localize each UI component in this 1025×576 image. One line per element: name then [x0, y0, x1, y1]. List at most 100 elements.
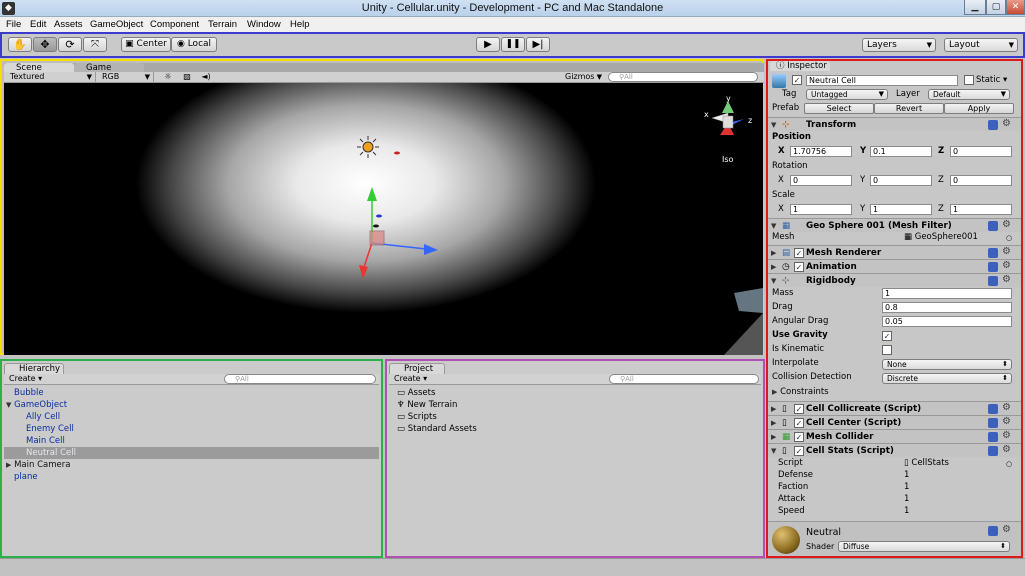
- maximize-button[interactable]: ▢: [986, 0, 1006, 15]
- render-mode-dropdown[interactable]: Textured ▼: [10, 72, 96, 82]
- menu-component[interactable]: Component: [150, 17, 199, 32]
- shader-dropdown[interactable]: Diffuse ⬍: [838, 541, 1010, 552]
- tab-hierarchy[interactable]: Hierarchy: [4, 363, 64, 374]
- tab-project[interactable]: Project: [389, 363, 445, 374]
- gear-icon[interactable]: ⚙: [1002, 261, 1012, 271]
- audio-toggle[interactable]: ◄): [198, 72, 214, 82]
- lighting-toggle[interactable]: ☼: [160, 72, 176, 82]
- mesh-filter-header[interactable]: ▼ ▦ Geo Sphere 001 (Mesh Filter) ⚙: [768, 218, 1021, 232]
- pivot-center-button[interactable]: ▣ Center: [121, 37, 171, 52]
- help-book-icon[interactable]: [988, 404, 998, 414]
- cell-center-checkbox[interactable]: ✓: [794, 418, 804, 428]
- pivot-local-button[interactable]: ◉ Local: [171, 37, 217, 52]
- hand-tool-button[interactable]: ✋: [8, 37, 32, 52]
- play-button[interactable]: ▶: [476, 37, 500, 52]
- is-kinematic-checkbox[interactable]: [882, 345, 892, 355]
- list-item[interactable]: plane: [4, 471, 379, 483]
- collision-detection-dropdown[interactable]: Discrete ⬍: [882, 373, 1012, 384]
- help-book-icon[interactable]: [988, 248, 998, 258]
- gear-icon[interactable]: ⚙: [1002, 417, 1012, 427]
- object-picker-icon[interactable]: ○: [1006, 460, 1012, 468]
- list-item[interactable]: Ally Cell: [4, 411, 379, 423]
- menu-file[interactable]: File: [6, 17, 21, 32]
- interpolate-dropdown[interactable]: None ⬍: [882, 359, 1012, 370]
- move-tool-button[interactable]: ✥: [33, 37, 57, 52]
- tag-dropdown[interactable]: Untagged ▼: [806, 89, 888, 100]
- help-book-icon[interactable]: [988, 276, 998, 286]
- pos-y-field[interactable]: 0.1: [870, 146, 932, 157]
- object-name-field[interactable]: Neutral Cell: [806, 75, 958, 86]
- object-picker-icon[interactable]: ○: [1006, 234, 1012, 242]
- color-mode-dropdown[interactable]: RGB ▼: [102, 72, 154, 82]
- static-checkbox[interactable]: [964, 75, 974, 85]
- animation-checkbox[interactable]: ✓: [794, 262, 804, 272]
- list-item[interactable]: ▭ Scripts: [389, 411, 761, 423]
- prefab-select-button[interactable]: Select: [804, 103, 874, 114]
- mesh-field[interactable]: ▦ GeoSphere001: [904, 231, 978, 244]
- rot-x-field[interactable]: 0: [790, 175, 852, 186]
- use-gravity-checkbox[interactable]: ✓: [882, 331, 892, 341]
- list-item[interactable]: ♆ New Terrain: [389, 399, 761, 411]
- gear-icon[interactable]: ⚙: [1002, 247, 1012, 257]
- hierarchy-search-input[interactable]: ⚲All: [224, 374, 376, 384]
- list-item[interactable]: ▼ GameObject: [4, 399, 379, 411]
- scl-y-field[interactable]: 1: [870, 204, 932, 215]
- project-create-dropdown[interactable]: Create ▾: [394, 374, 427, 384]
- gear-icon[interactable]: ⚙: [1002, 525, 1012, 535]
- angular-drag-field[interactable]: 0.05: [882, 316, 1012, 327]
- pos-x-field[interactable]: 1.70756: [790, 146, 852, 157]
- mesh-collider-checkbox[interactable]: ✓: [794, 432, 804, 442]
- cell-collicreate-header[interactable]: ▶ ▯ ✓ Cell Collicreate (Script) ⚙: [768, 401, 1021, 415]
- scene-search-input[interactable]: ⚲All: [608, 72, 758, 82]
- list-item[interactable]: Main Cell: [4, 435, 379, 447]
- step-button[interactable]: ▶|: [526, 37, 550, 52]
- rot-z-field[interactable]: 0: [950, 175, 1012, 186]
- minimize-button[interactable]: ▁: [964, 0, 986, 15]
- menu-window[interactable]: Window: [247, 17, 281, 32]
- pos-z-field[interactable]: 0: [950, 146, 1012, 157]
- list-item-selected[interactable]: Neutral Cell: [4, 447, 379, 459]
- move-handle-gizmo[interactable]: [359, 187, 438, 279]
- help-book-icon[interactable]: [988, 446, 998, 456]
- help-book-icon[interactable]: [988, 262, 998, 272]
- scl-z-field[interactable]: 1: [950, 204, 1012, 215]
- scene-viewport[interactable]: y x z Iso: [4, 83, 763, 355]
- rigidbody-header[interactable]: ▼ ⊹ Rigidbody ⚙: [768, 273, 1021, 287]
- list-item[interactable]: ▭ Assets: [389, 387, 761, 399]
- rotate-tool-button[interactable]: ⟳: [58, 37, 82, 52]
- menu-help[interactable]: Help: [290, 17, 310, 32]
- menu-terrain[interactable]: Terrain: [208, 17, 237, 32]
- speed-field[interactable]: 1: [904, 505, 909, 518]
- list-item[interactable]: Bubble: [4, 387, 379, 399]
- help-book-icon[interactable]: [988, 432, 998, 442]
- list-item[interactable]: ▭ Standard Assets: [389, 423, 761, 435]
- animation-header[interactable]: ▶ ◷ ✓ Animation ⚙: [768, 259, 1021, 273]
- help-book-icon[interactable]: [988, 526, 998, 536]
- scl-x-field[interactable]: 1: [790, 204, 852, 215]
- help-book-icon[interactable]: [988, 221, 998, 231]
- active-checkbox[interactable]: ✓: [792, 75, 802, 85]
- mass-field[interactable]: 1: [882, 288, 1012, 299]
- constraints-foldout[interactable]: ▶ Constraints: [772, 386, 829, 399]
- scale-tool-button[interactable]: ⤧: [83, 37, 107, 52]
- image-effects-toggle[interactable]: ▨: [179, 72, 195, 82]
- mesh-renderer-header[interactable]: ▶ ▤ ✓ Mesh Renderer ⚙: [768, 245, 1021, 259]
- gear-icon[interactable]: ⚙: [1002, 220, 1012, 230]
- tab-inspector[interactable]: ⓘ Inspector: [770, 61, 830, 71]
- mesh-renderer-checkbox[interactable]: ✓: [794, 248, 804, 258]
- gear-icon[interactable]: ⚙: [1002, 275, 1012, 285]
- script-field[interactable]: ▯ CellStats: [904, 457, 949, 470]
- menu-edit[interactable]: Edit: [30, 17, 46, 32]
- hierarchy-create-dropdown[interactable]: Create ▾: [9, 374, 42, 384]
- layer-dropdown[interactable]: Default ▼: [928, 89, 1010, 100]
- menu-assets[interactable]: Assets: [54, 17, 83, 32]
- gear-icon[interactable]: ⚙: [1002, 445, 1012, 455]
- cell-center-header[interactable]: ▶ ▯ ✓ Cell Center (Script) ⚙: [768, 415, 1021, 429]
- cell-stats-header[interactable]: ▼ ▯ ✓ Cell Stats (Script) ⚙: [768, 443, 1021, 457]
- gizmos-dropdown[interactable]: Gizmos ▼: [565, 72, 605, 82]
- prefab-revert-button[interactable]: Revert: [874, 103, 944, 114]
- list-item[interactable]: Enemy Cell: [4, 423, 379, 435]
- gear-icon[interactable]: ⚙: [1002, 431, 1012, 441]
- help-book-icon[interactable]: [988, 418, 998, 428]
- layout-dropdown[interactable]: Layout ▼: [944, 38, 1018, 52]
